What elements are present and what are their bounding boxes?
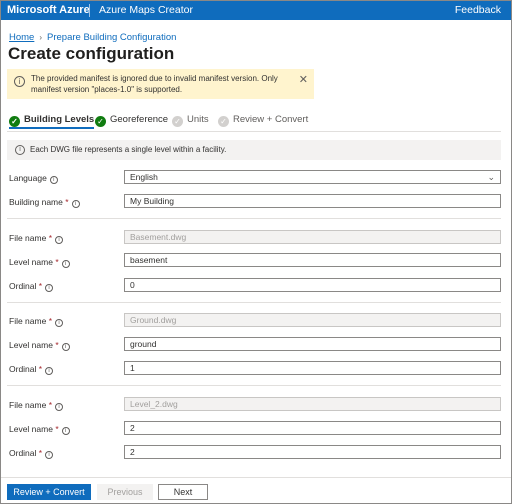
file-name-label: File name * i [9,233,64,244]
step-units[interactable]: ✓ Units [172,113,209,129]
file-name-label: File name * i [9,316,64,327]
ordinal-input[interactable]: 1 [124,361,501,375]
required-marker: * [48,316,53,326]
breadcrumb: Home › Prepare Building Configuration [9,32,176,43]
step-label: Units [187,114,209,125]
info-icon[interactable]: i [45,284,54,292]
required-marker: * [65,197,69,207]
step-georeference[interactable]: ✓ Georeference [95,113,168,129]
info-icon[interactable]: i [55,236,64,244]
file-name-input: Ground.dwg [124,313,501,327]
required-marker: * [55,340,59,350]
label-text: Level name [9,257,53,267]
ordinal-input[interactable]: 2 [124,445,501,459]
info-icon[interactable]: i [71,200,80,208]
required-marker: * [38,448,43,458]
info-icon[interactable]: i [61,260,70,268]
label-text: File name [9,316,47,326]
info-icon[interactable]: i [55,403,64,411]
required-marker: * [38,281,43,291]
steps-divider [7,131,501,132]
info-icon[interactable]: i [61,343,70,351]
ordinal-label: Ordinal * i [9,448,54,459]
file-name-input: Level_2.dwg [124,397,501,411]
breadcrumb-home[interactable]: Home [9,32,34,43]
required-marker: * [38,364,43,374]
feedback-link[interactable]: Feedback [455,4,501,16]
chevron-right-icon: › [39,33,43,42]
warning-banner: i The provided manifest is ignored due t… [7,69,314,99]
info-icon[interactable]: i [55,319,64,327]
level-name-input[interactable]: 2 [124,421,501,435]
previous-button[interactable]: Previous [97,484,153,500]
step-label: Building Levels [24,114,95,125]
label-text: File name [9,400,47,410]
building-name-input[interactable]: My Building [124,194,501,208]
step-label: Georeference [110,114,169,125]
info-icon[interactable]: i [61,427,70,435]
check-icon: ✓ [172,116,183,127]
language-label: Language i [9,173,58,184]
ordinal-label: Ordinal * i [9,281,54,292]
label-text: Ordinal [9,281,37,291]
label-text: Level name [9,424,53,434]
brand-label[interactable]: Microsoft Azure [7,4,90,16]
product-label: Azure Maps Creator [99,4,193,16]
chevron-down-icon: ⌄ [487,172,495,182]
info-icon: i [14,76,25,87]
file-name-label: File name * i [9,400,64,411]
language-value: English [130,172,158,182]
close-icon[interactable]: ✕ [299,73,308,86]
building-name-label: Building name * i [9,197,80,208]
check-icon: ✓ [218,116,229,127]
check-icon: ✓ [95,116,106,127]
level-name-label: Level name * i [9,424,70,435]
wizard-steps: ✓ Building Levels ✓ Georeference ✓ Units ✓ R… [9,113,319,129]
section-divider [7,302,501,303]
info-icon: i [15,145,25,155]
level-name-input[interactable]: basement [124,253,501,267]
footer-divider [1,477,511,478]
required-marker: * [55,257,59,267]
level-name-input[interactable]: ground [124,337,501,351]
info-icon[interactable]: i [49,176,58,184]
label-text: Building name [9,197,63,207]
topbar-divider [89,4,90,17]
check-icon: ✓ [9,116,20,127]
section-divider [7,385,501,386]
label-text: File name [9,233,47,243]
top-bar: Microsoft Azure Azure Maps Creator Feedb… [1,1,511,20]
label-text: Level name [9,340,53,350]
label-text: Language [9,173,47,183]
label-text: Ordinal [9,448,37,458]
page-title: Create configuration [8,44,175,63]
file-name-input: Basement.dwg [124,230,501,244]
warning-text: The provided manifest is ignored due to … [31,74,278,94]
section-divider [7,218,501,219]
info-icon[interactable]: i [45,367,54,375]
step-review-convert[interactable]: ✓ Review + Convert [218,113,308,129]
next-button[interactable]: Next [158,484,208,500]
step-building-levels[interactable]: ✓ Building Levels [9,113,95,129]
required-marker: * [48,400,53,410]
review-convert-button[interactable]: Review + Convert [7,484,91,500]
level-name-label: Level name * i [9,257,70,268]
level-name-label: Level name * i [9,340,70,351]
breadcrumb-current[interactable]: Prepare Building Configuration [47,32,176,43]
ordinal-input[interactable]: 0 [124,278,501,292]
info-bar: i Each DWG file represents a single leve… [7,140,501,160]
info-icon[interactable]: i [45,451,54,459]
step-label: Review + Convert [233,114,309,125]
language-dropdown[interactable]: English ⌄ [124,170,501,184]
required-marker: * [55,424,59,434]
app-window: Microsoft Azure Azure Maps Creator Feedb… [0,0,512,504]
info-text: Each DWG file represents a single level … [30,145,227,154]
ordinal-label: Ordinal * i [9,364,54,375]
required-marker: * [48,233,53,243]
label-text: Ordinal [9,364,37,374]
